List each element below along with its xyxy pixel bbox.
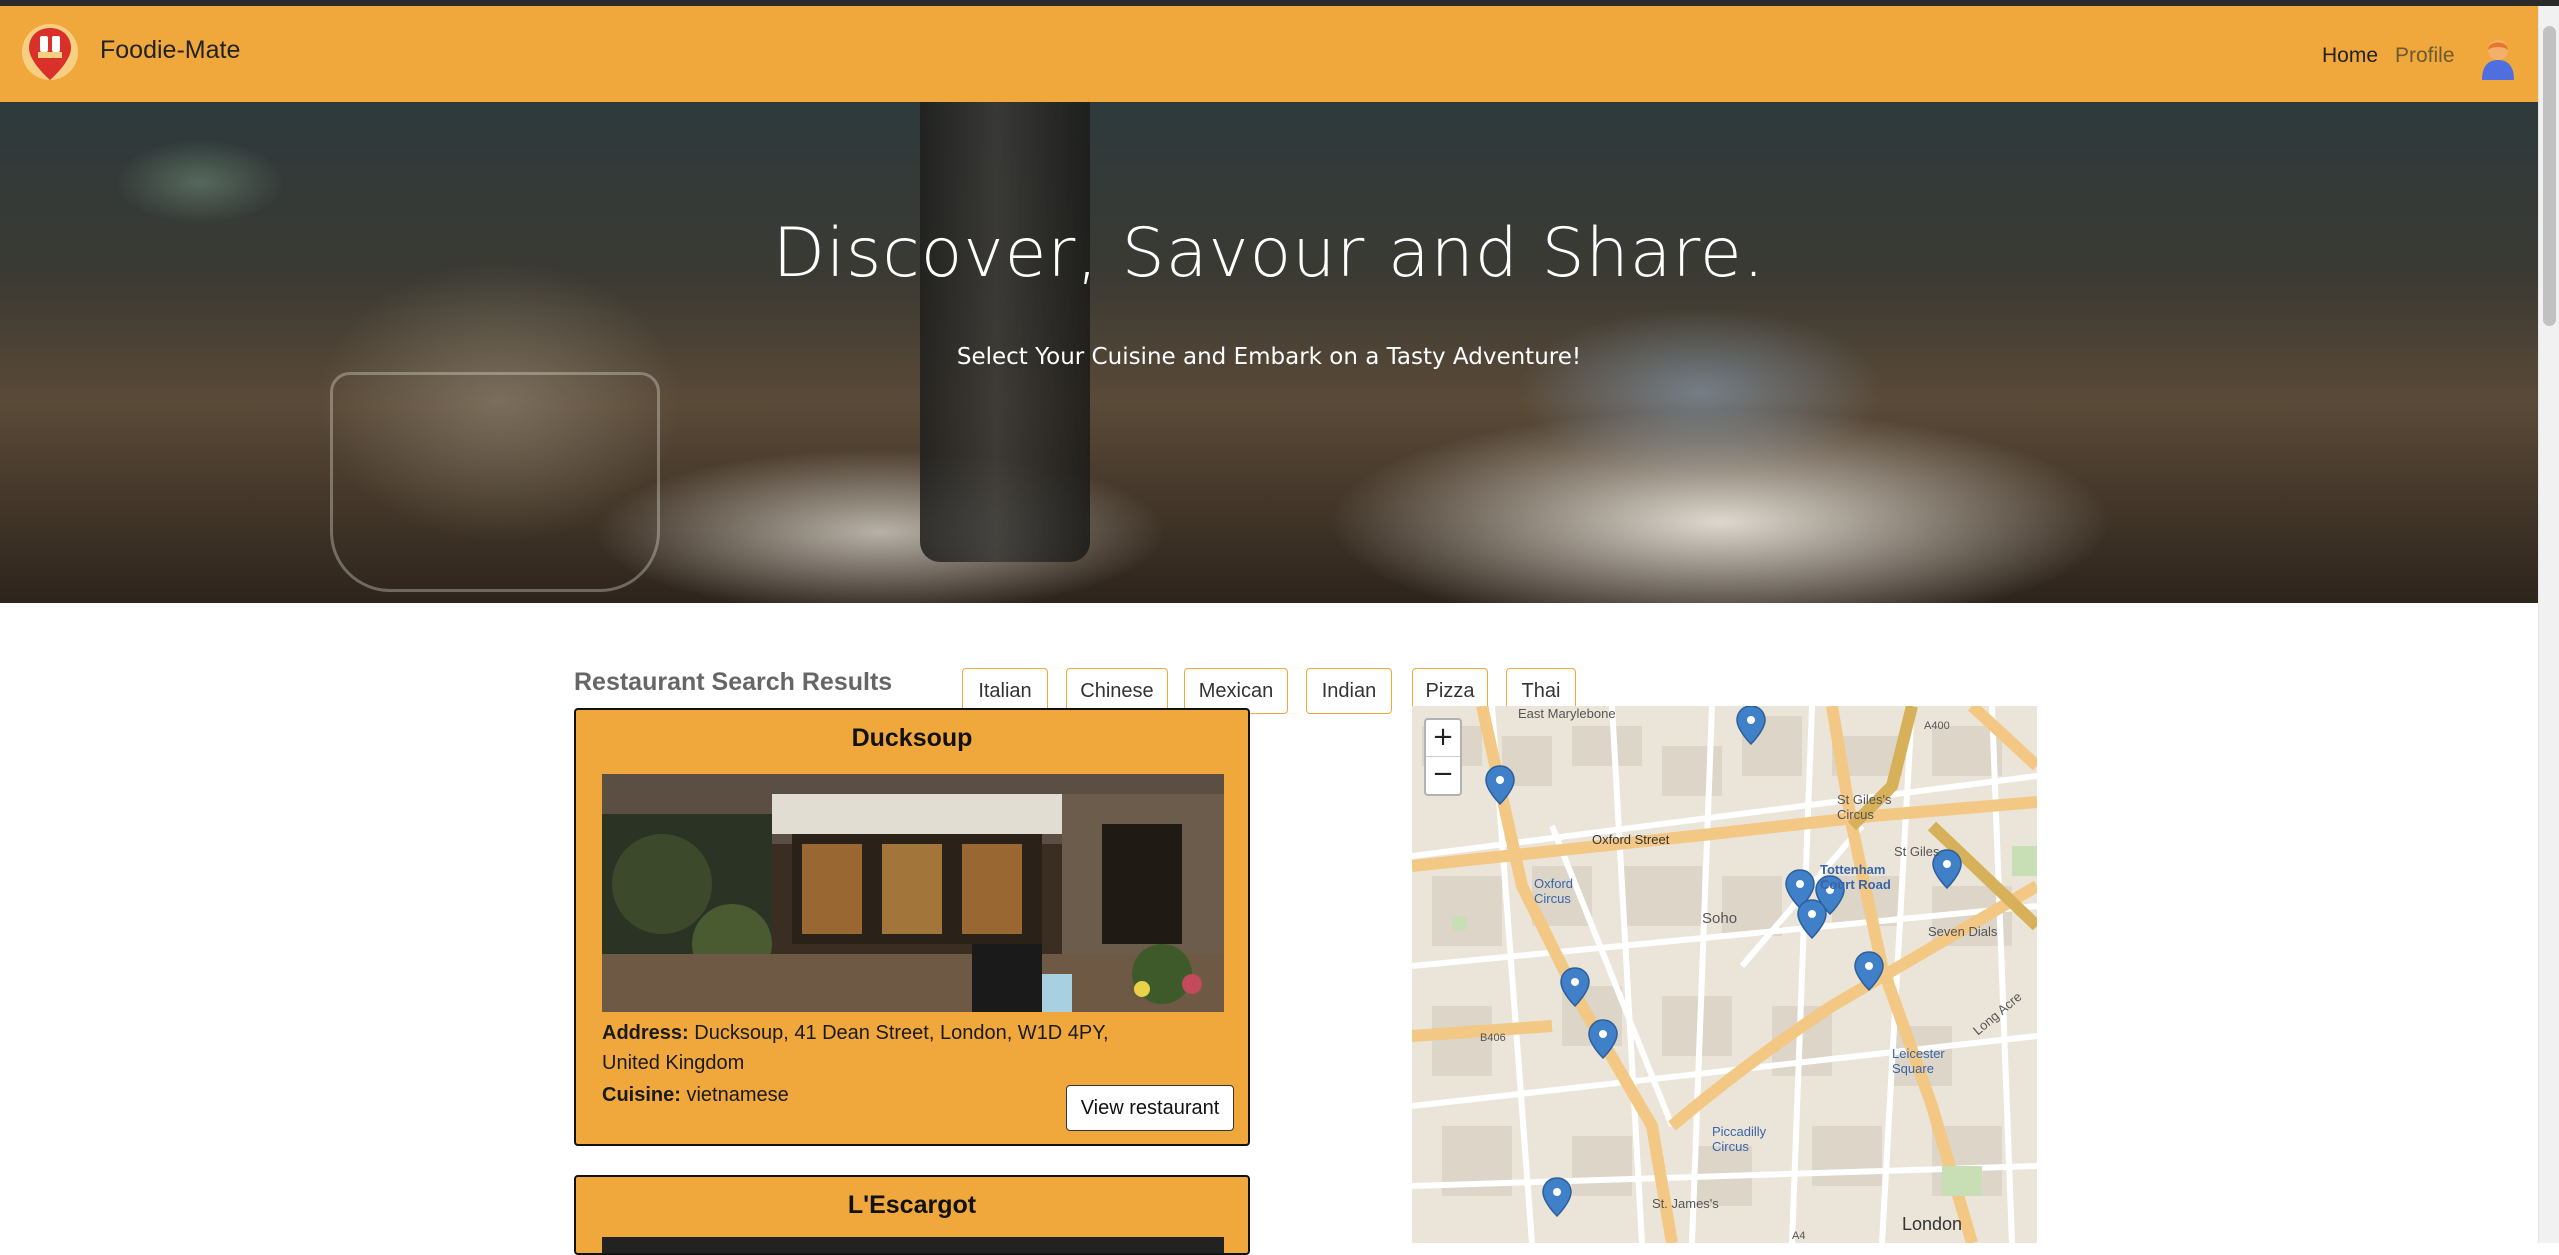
user-avatar-icon[interactable] bbox=[2478, 36, 2518, 80]
restaurant-name: L'Escargot bbox=[847, 1191, 977, 1219]
restaurant-map[interactable]: + − East Marylebone Oxford Street Oxford… bbox=[1412, 706, 2037, 1243]
restaurant-photo bbox=[602, 774, 1224, 1012]
zoom-out-button[interactable]: − bbox=[1426, 757, 1460, 794]
map-label: St Giles bbox=[1894, 844, 1940, 859]
map-label: Tottenham Court Road bbox=[1820, 862, 1891, 892]
brand-logo-icon[interactable] bbox=[20, 22, 80, 86]
restaurant-card: Ducksoup Address: Ducksoup, 41 Dean Stre… bbox=[574, 708, 1250, 1146]
map-label: Leicester Square bbox=[1892, 1046, 1945, 1076]
brand-name[interactable]: Foodie-Mate bbox=[100, 36, 240, 65]
restaurant-card: L'Escargot bbox=[574, 1175, 1250, 1255]
restaurant-details: Address: Ducksoup, 41 Dean Street, Londo… bbox=[602, 1018, 1122, 1110]
map-label: East Marylebone bbox=[1518, 706, 1616, 721]
nav-home-link[interactable]: Home bbox=[2322, 44, 2378, 68]
nav-profile-link[interactable]: Profile bbox=[2395, 44, 2455, 68]
scrollbar-thumb[interactable] bbox=[2543, 26, 2556, 326]
map-label: A400 bbox=[1924, 720, 1950, 732]
map-label: Oxford Street bbox=[1592, 832, 1670, 847]
map-label: St Giles's Circus bbox=[1837, 792, 1892, 822]
zoom-in-button[interactable]: + bbox=[1426, 720, 1460, 757]
filter-indian[interactable]: Indian bbox=[1306, 668, 1392, 714]
map-label: Seven Dials bbox=[1928, 924, 1998, 939]
hero-glass-decor bbox=[330, 372, 660, 592]
restaurant-cuisine: vietnamese bbox=[686, 1084, 789, 1106]
map-zoom-control: + − bbox=[1424, 718, 1462, 796]
hero-bottle-decor bbox=[920, 102, 1090, 562]
hero-banner: Discover, Savour and Share. Select Your … bbox=[0, 102, 2538, 603]
hero-title: Discover, Savour and Share. bbox=[772, 214, 1766, 293]
map-label: Soho bbox=[1702, 910, 1738, 927]
results-title: Restaurant Search Results bbox=[574, 668, 893, 696]
restaurant-photo bbox=[602, 1237, 1224, 1253]
map-label: Piccadilly Circus bbox=[1712, 1124, 1767, 1154]
map-label: Oxford Circus bbox=[1534, 876, 1574, 906]
address-label: Address: bbox=[602, 1022, 689, 1044]
cuisine-label: Cuisine: bbox=[602, 1084, 681, 1106]
navbar: Foodie-Mate Home Profile bbox=[0, 6, 2538, 102]
hero-subtitle: Select Your Cuisine and Embark on a Tast… bbox=[956, 344, 1582, 370]
map-label: St. James's bbox=[1652, 1196, 1719, 1211]
view-restaurant-button[interactable]: View restaurant bbox=[1066, 1085, 1234, 1131]
map-label: London bbox=[1902, 1214, 1963, 1234]
map-label: A4 bbox=[1792, 1230, 1806, 1242]
restaurant-name: Ducksoup bbox=[851, 724, 973, 752]
map-label: B406 bbox=[1480, 1032, 1506, 1044]
page-scrollbar[interactable] bbox=[2538, 6, 2559, 1243]
